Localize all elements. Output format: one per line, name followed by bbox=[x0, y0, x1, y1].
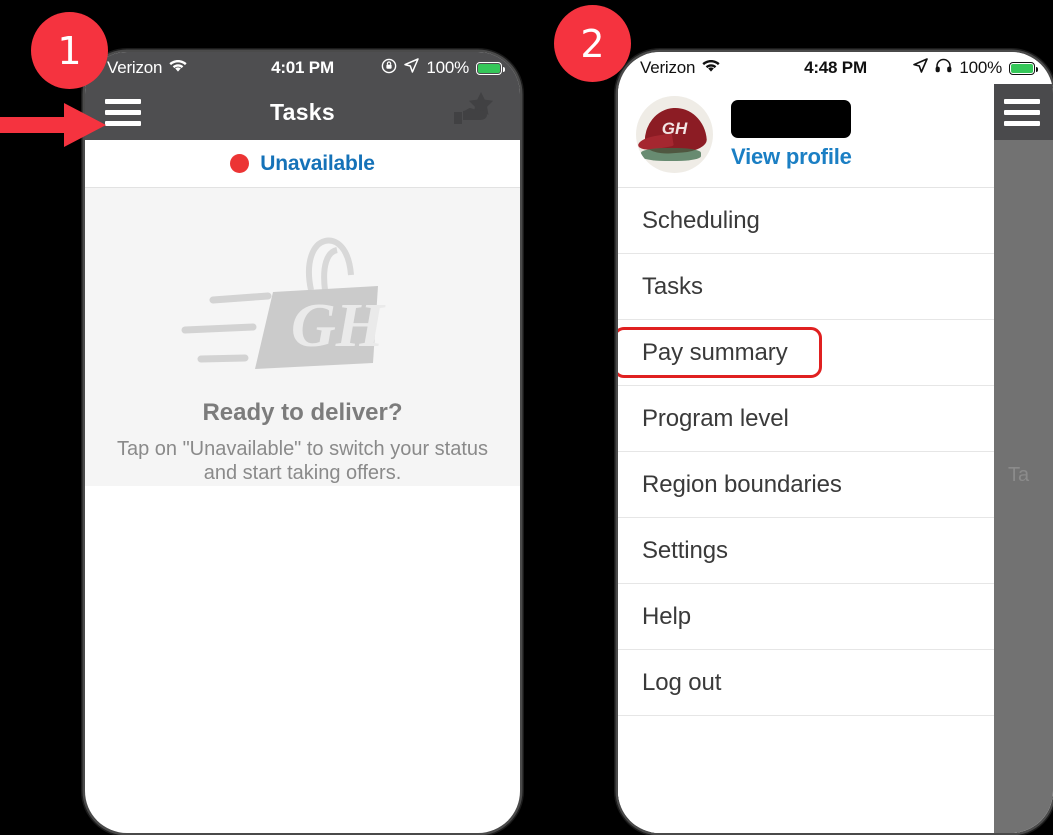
drawer-scrim-overlay[interactable]: Ta bbox=[994, 84, 1053, 833]
location-arrow-icon bbox=[404, 58, 420, 78]
drawer-item-help[interactable]: Help bbox=[618, 584, 994, 650]
empty-state-panel: GH Ready to deliver? Tap on "Unavailable… bbox=[85, 188, 520, 486]
side-drawer: GH View profile Scheduling Tasks Pay sum… bbox=[618, 84, 994, 833]
profile-header[interactable]: GH View profile bbox=[618, 84, 994, 188]
carrier-label: Verizon bbox=[640, 58, 696, 77]
drawer-item-label: Pay summary bbox=[642, 338, 788, 366]
profile-details: View profile bbox=[731, 99, 852, 170]
rotation-lock-icon bbox=[381, 58, 397, 79]
drawer-item-tasks[interactable]: Tasks bbox=[618, 254, 994, 320]
scrim-navigation-bar bbox=[994, 84, 1053, 140]
drawer-item-settings[interactable]: Settings bbox=[618, 518, 994, 584]
battery-icon bbox=[476, 61, 505, 75]
svg-text:GH: GH bbox=[291, 292, 386, 360]
status-bar-left: Verizon bbox=[107, 58, 187, 78]
empty-state-subtitle: Tap on "Unavailable" to switch your stat… bbox=[116, 438, 489, 485]
wifi-icon bbox=[169, 58, 187, 78]
redacted-name-bar bbox=[731, 99, 851, 138]
phone-mockup-2: Verizon 4:48 PM 100% GH View profile Sch… bbox=[618, 52, 1053, 833]
navigation-bar: Tasks bbox=[85, 84, 520, 140]
battery-icon bbox=[1009, 61, 1038, 75]
drawer-item-label: Tasks bbox=[642, 272, 703, 300]
location-arrow-icon bbox=[913, 58, 929, 78]
wifi-icon bbox=[702, 58, 720, 78]
hamburger-menu-icon[interactable] bbox=[1004, 98, 1040, 126]
drawer-item-label: Settings bbox=[642, 536, 728, 564]
star-hand-icon[interactable] bbox=[448, 90, 500, 135]
drawer-item-region-boundaries[interactable]: Region boundaries bbox=[618, 452, 994, 518]
hamburger-menu-icon[interactable] bbox=[105, 98, 141, 126]
headphones-icon bbox=[935, 58, 952, 78]
drawer-container: GH View profile Scheduling Tasks Pay sum… bbox=[618, 84, 1053, 833]
phone-mockup-1: Verizon 4:01 PM 100% Tasks Unavailable G… bbox=[85, 52, 520, 833]
view-profile-link[interactable]: View profile bbox=[731, 144, 852, 170]
battery-percent-label: 100% bbox=[959, 58, 1002, 77]
status-bar-left: Verizon bbox=[640, 58, 720, 78]
drawer-item-label: Scheduling bbox=[642, 206, 760, 234]
scrim-ghost-text: Ta bbox=[1008, 464, 1030, 486]
drawer-item-label: Program level bbox=[642, 404, 789, 432]
drawer-item-program-level[interactable]: Program level bbox=[618, 386, 994, 452]
callout-badge-1: 1 bbox=[31, 12, 108, 89]
grubhub-delivery-bag-icon: GH bbox=[173, 228, 433, 383]
drawer-item-label: Region boundaries bbox=[642, 470, 842, 498]
carrier-label: Verizon bbox=[107, 58, 163, 77]
callout-badge-label: 1 bbox=[57, 28, 82, 73]
callout-badge-label: 2 bbox=[580, 21, 605, 66]
empty-state-title: Ready to deliver? bbox=[202, 399, 403, 426]
status-bar-right: 100% bbox=[913, 58, 1038, 78]
grubhub-cap-avatar[interactable]: GH bbox=[636, 96, 713, 173]
drawer-empty-space bbox=[618, 716, 994, 833]
status-bar: Verizon 4:48 PM 100% bbox=[618, 52, 1053, 84]
drawer-item-scheduling[interactable]: Scheduling bbox=[618, 188, 994, 254]
drawer-item-pay-summary[interactable]: Pay summary bbox=[618, 320, 994, 386]
availability-status-bar[interactable]: Unavailable bbox=[85, 140, 520, 188]
callout-badge-2: 2 bbox=[554, 5, 631, 82]
status-bar-right: 100% bbox=[381, 58, 505, 79]
status-bar: Verizon 4:01 PM 100% bbox=[85, 52, 520, 84]
drawer-item-log-out[interactable]: Log out bbox=[618, 650, 994, 716]
status-dot-icon bbox=[230, 154, 250, 173]
availability-label: Unavailable bbox=[260, 151, 375, 175]
drawer-item-label: Log out bbox=[642, 668, 722, 696]
battery-percent-label: 100% bbox=[426, 58, 469, 77]
drawer-item-label: Help bbox=[642, 602, 691, 630]
avatar-label: GH bbox=[661, 119, 688, 139]
pointer-arrow bbox=[0, 103, 106, 147]
